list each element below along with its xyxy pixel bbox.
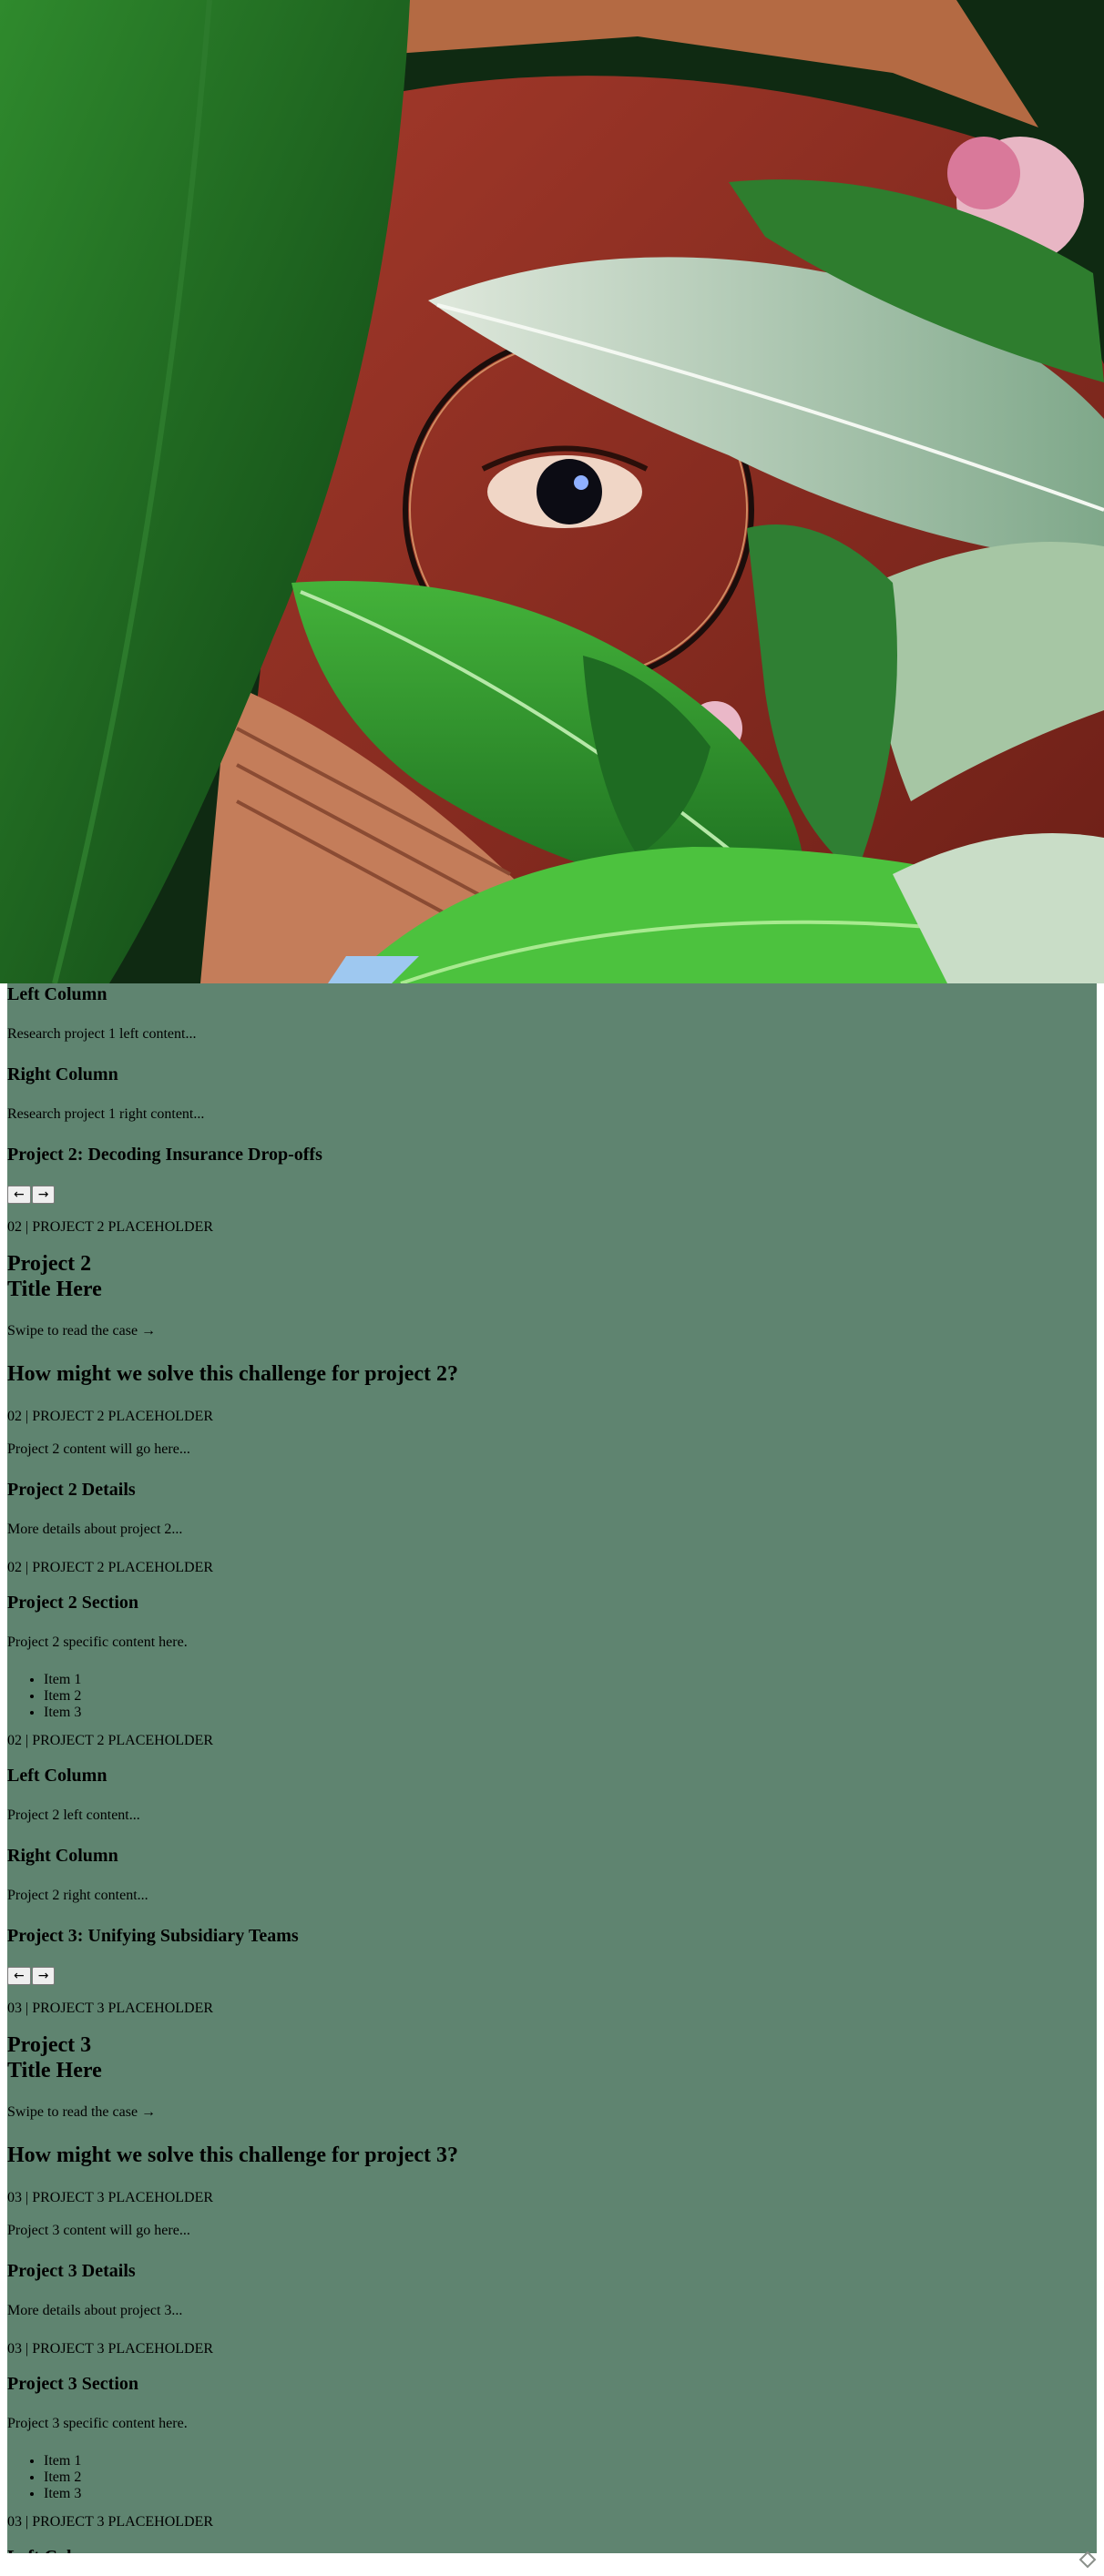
section-heading: Left Column (7, 1766, 107, 1786)
paragraph-text: Swipe to read the case → (7, 1323, 157, 1339)
prev-arrow-button[interactable]: ← (7, 1186, 31, 1204)
hero-photo-illustration (0, 0, 1104, 983)
section-heading: Project 2 Details (7, 1480, 136, 1500)
content-root: Left Column Research project 1 left conte… (7, 983, 1097, 2553)
project-title: Project 3 Title Here (7, 2032, 1097, 2083)
paragraph-text: Research project 1 left content... (7, 1026, 197, 1042)
paragraph-text: More details about project 3... (7, 2303, 183, 2318)
section-heading: Project 3: Unifying Subsidiary Teams (7, 1926, 299, 1946)
bullet-list: Item 1Item 2Item 3 (7, 2453, 1097, 2502)
project-title-line-1: Project 3 (7, 2033, 92, 2057)
section-heading: Project 3 Details (7, 2261, 136, 2281)
project-title-line-2: Title Here (7, 1278, 102, 1301)
paragraph-text: Project 2 left content... (7, 1807, 140, 1823)
next-arrow-button[interactable]: → (31, 1186, 56, 1204)
paragraph-text: More details about project 2... (7, 1522, 183, 1537)
prev-arrow-button[interactable]: ← (7, 1967, 31, 1985)
list-item: Item 2 (44, 2469, 1097, 2486)
bullet-list: Item 1Item 2Item 3 (7, 1672, 1097, 1721)
paragraph-text: Project 3 specific content here. (7, 2416, 188, 2431)
carousel-nav: ← → (7, 1967, 1097, 1985)
diamond-scroll-icon[interactable] (1078, 2551, 1097, 2569)
project-title-line-2: Title Here (7, 2059, 102, 2082)
carousel-nav: ← → (7, 1186, 1097, 1204)
section-heading: Left Column (7, 2546, 1097, 2553)
list-item: Item 1 (44, 1672, 1097, 1688)
project-title: Project 2 Title Here (7, 1251, 1097, 1302)
hero-image (0, 0, 1104, 983)
project-tag: 03 | PROJECT 3 PLACEHOLDER (7, 2001, 214, 2016)
project-tag: 03 | PROJECT 3 PLACEHOLDER (7, 2190, 214, 2205)
section-heading: Right Column (7, 1064, 118, 1084)
section-heading: Left Column (7, 984, 107, 1004)
paragraph-text: Research project 1 right content... (7, 1106, 205, 1122)
list-item: Item 2 (44, 1688, 1097, 1705)
project-tag: 02 | PROJECT 2 PLACEHOLDER (7, 1733, 214, 1748)
paragraph-text: Project 2 content will go here... (7, 1441, 190, 1457)
list-item: Item 3 (44, 2486, 1097, 2502)
content-panel: Left Column Research project 1 left conte… (7, 983, 1097, 2553)
project-tag: 02 | PROJECT 2 PLACEHOLDER (7, 1409, 214, 1424)
section-heading: Right Column (7, 1846, 118, 1866)
paragraph-text: Swipe to read the case → (7, 2104, 157, 2120)
list-item: Item 1 (44, 2453, 1097, 2469)
list-item: Item 3 (44, 1705, 1097, 1721)
project-title-line-1: Project 2 (7, 1252, 92, 1276)
section-heading: Project 3 Section (7, 2374, 139, 2394)
project-tag: 02 | PROJECT 2 PLACEHOLDER (7, 1219, 214, 1235)
project-tag: 03 | PROJECT 3 PLACEHOLDER (7, 2341, 214, 2357)
paragraph-text: Project 2 right content... (7, 1888, 148, 1903)
challenge-question: How might we solve this challenge for pr… (7, 2143, 459, 2167)
paragraph-text: Project 2 specific content here. (7, 1634, 188, 1650)
section-heading: Project 2: Decoding Insurance Drop-offs (7, 1145, 322, 1165)
challenge-question: How might we solve this challenge for pr… (7, 1362, 459, 1386)
project-tag: 02 | PROJECT 2 PLACEHOLDER (7, 1560, 214, 1575)
paragraph-text: Project 3 content will go here... (7, 2223, 190, 2238)
project-tag: 03 | PROJECT 3 PLACEHOLDER (7, 2514, 214, 2530)
next-arrow-button[interactable]: → (31, 1967, 56, 1985)
section-heading: Project 2 Section (7, 1593, 139, 1613)
